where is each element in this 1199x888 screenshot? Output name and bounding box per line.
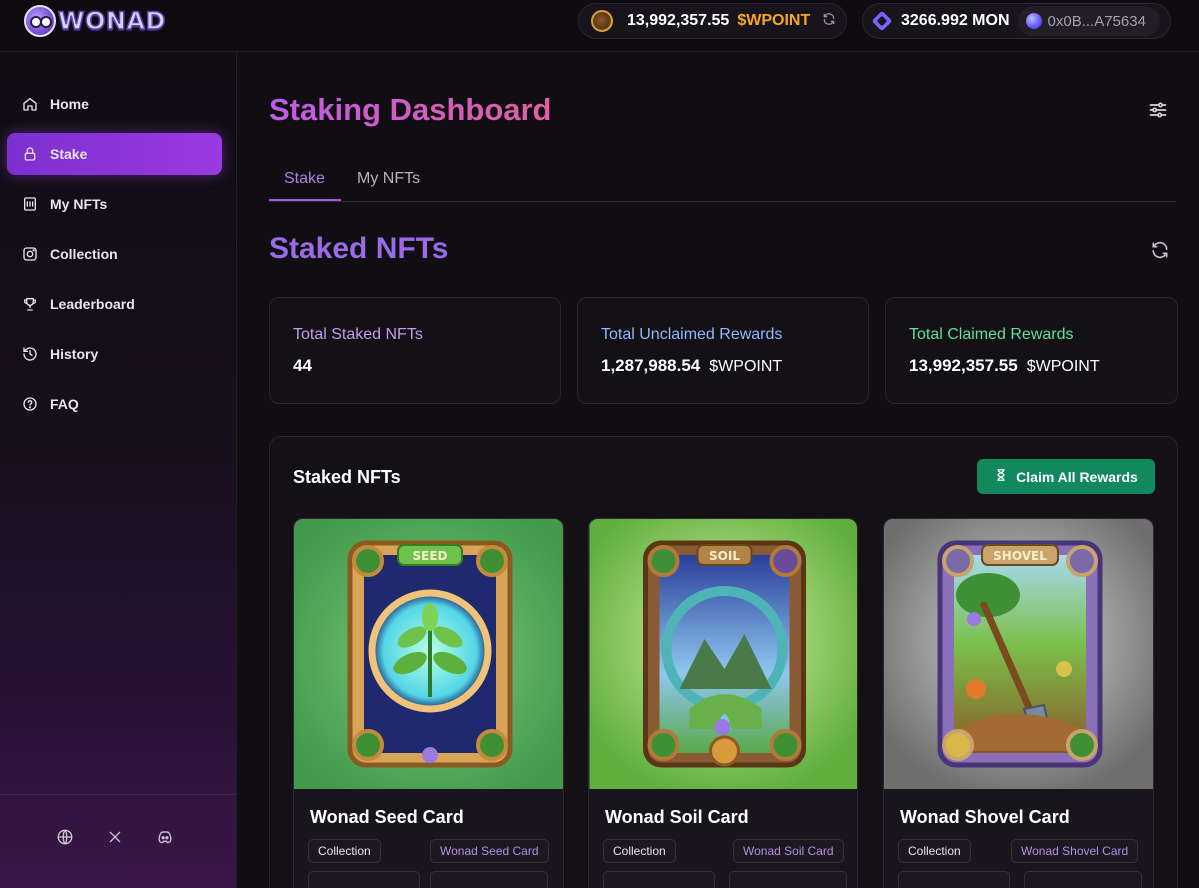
nft-chip-placeholder — [308, 871, 420, 888]
help-icon — [22, 396, 38, 412]
sidebar-item-label: My NFTs — [50, 196, 108, 212]
sidebar-item-stake[interactable]: Stake — [7, 133, 222, 175]
history-icon — [22, 346, 38, 362]
sidebar-item-label: History — [50, 346, 99, 362]
nft-name: Wonad Soil Card — [605, 807, 749, 827]
nft-chip-collection: Collection — [898, 839, 971, 863]
mon-balance-amount: 3266.992 MON — [901, 12, 1010, 29]
sidebar-item-label: Leaderboard — [50, 296, 135, 312]
app-logo[interactable]: WONAD — [24, 4, 166, 38]
stat-card-claimed-rewards: Total Claimed Rewards 13,992,357.55 $WPOI… — [885, 297, 1178, 404]
sidebar-item-my-nfts[interactable]: My NFTs — [7, 183, 222, 225]
sidebar-footer — [0, 794, 237, 888]
stat-card-unclaimed-rewards: Total Unclaimed Rewards 1,287,988.54 $WPO… — [577, 297, 869, 404]
nft-card-shovel[interactable]: SHOVEL Wonad Shovel Card Collection Wona… — [883, 518, 1154, 888]
logo-text: WONAD — [57, 6, 166, 36]
wpoint-balance-amount: 13,992,357.55 — [627, 12, 730, 29]
nft-name: Wonad Seed Card — [310, 807, 464, 827]
refresh-icon[interactable] — [1150, 240, 1170, 260]
panel-title: Staked NFTs — [293, 467, 401, 487]
nft-chip-collection-name: Wonad Seed Card — [430, 839, 549, 863]
svg-text:SHOVEL: SHOVEL — [993, 549, 1047, 563]
wallet-address-button[interactable]: 0x0B...A75634 — [1017, 6, 1160, 36]
stat-label: Total Staked NFTs — [293, 326, 423, 343]
stat-label: Total Claimed Rewards — [909, 326, 1074, 343]
nft-chip-placeholder — [1024, 871, 1142, 888]
claim-button-label: Claim All Rewards — [1016, 468, 1138, 485]
stat-value: 44 — [293, 356, 312, 375]
hourglass-icon — [994, 468, 1008, 485]
nft-chip-collection-name: Wonad Shovel Card — [1011, 839, 1139, 863]
nft-card-image: SOIL — [589, 519, 857, 789]
sidebar: Home Stake My NFTs Collection Leaderboar… — [0, 52, 237, 888]
nft-name: Wonad Shovel Card — [900, 807, 1070, 827]
wpoint-balance-unit: $WPOINT — [737, 12, 811, 29]
svg-text:SEED: SEED — [413, 549, 448, 563]
wpoint-coin-icon — [591, 10, 613, 32]
x-icon[interactable] — [105, 827, 125, 847]
globe-icon[interactable] — [55, 827, 75, 847]
tab-bar: Stake My NFTs — [269, 164, 1176, 202]
nft-chip-collection-name: Wonad Soil Card — [733, 839, 844, 863]
nft-chip-placeholder — [603, 871, 715, 888]
sidebar-item-label: FAQ — [50, 396, 79, 412]
nft-chip-placeholder — [729, 871, 847, 888]
sidebar-item-leaderboard[interactable]: Leaderboard — [7, 283, 222, 325]
nft-chip-placeholder — [898, 871, 1010, 888]
tab-my-nfts[interactable]: My NFTs — [357, 170, 420, 188]
filter-settings-icon[interactable] — [1148, 100, 1168, 120]
sidebar-item-label: Stake — [50, 146, 88, 162]
nft-icon — [22, 196, 38, 212]
sidebar-item-history[interactable]: History — [7, 333, 222, 375]
main-content: Staking Dashboard Stake My NFTs Staked N… — [238, 52, 1199, 888]
staked-nfts-panel: Staked NFTs Claim All Rewards SEED Wonad… — [269, 436, 1178, 888]
stat-unit: $WPOINT — [709, 358, 783, 375]
refresh-balance-icon[interactable] — [822, 12, 836, 30]
sidebar-item-faq[interactable]: FAQ — [7, 383, 222, 425]
collection-icon — [22, 246, 38, 262]
section-title: Staked NFTs — [269, 232, 449, 265]
stat-card-total-staked: Total Staked NFTs 44 — [269, 297, 561, 404]
stat-unit: $WPOINT — [1026, 358, 1100, 375]
sidebar-item-home[interactable]: Home — [7, 83, 222, 125]
nft-card-image: SHOVEL — [884, 519, 1153, 789]
sidebar-item-label: Home — [50, 96, 89, 112]
claim-all-rewards-button[interactable]: Claim All Rewards — [977, 459, 1155, 494]
tab-stake[interactable]: Stake — [284, 170, 325, 188]
wallet-address: 0x0B...A75634 — [1047, 12, 1146, 30]
active-tab-indicator — [269, 199, 341, 201]
trophy-icon — [22, 296, 38, 312]
sidebar-item-collection[interactable]: Collection — [7, 233, 222, 275]
nft-chip-collection: Collection — [603, 839, 676, 863]
wpoint-balance-pill: 13,992,357.55 $WPOINT — [578, 3, 847, 39]
stat-label: Total Unclaimed Rewards — [601, 326, 783, 343]
stat-value: 13,992,357.55 $WPOINT — [909, 356, 1100, 375]
mascot-icon — [24, 5, 56, 37]
nft-chip-placeholder — [430, 871, 548, 888]
page-title: Staking Dashboard — [269, 92, 552, 127]
sidebar-item-label: Collection — [50, 246, 118, 262]
svg-text:SOIL: SOIL — [709, 549, 740, 563]
nft-chip-collection: Collection — [308, 839, 381, 863]
stat-value: 1,287,988.54 $WPOINT — [601, 356, 783, 375]
discord-icon[interactable] — [155, 827, 175, 847]
monad-icon — [871, 10, 893, 32]
wallet-avatar — [1025, 13, 1042, 29]
lock-icon — [22, 146, 38, 162]
home-icon — [22, 96, 38, 112]
nft-card-soil[interactable]: SOIL Wonad Soil Card Collection Wonad So… — [588, 518, 858, 888]
nft-card-seed[interactable]: SEED Wonad Seed Card Collection Wonad Se… — [293, 518, 564, 888]
nft-card-image: SEED — [294, 519, 563, 789]
top-bar: WONAD 13,992,357.55 $WPOINT 3266.992 MON… — [0, 0, 1199, 52]
mon-balance-pill: 3266.992 MON 0x0B...A75634 — [862, 3, 1171, 39]
